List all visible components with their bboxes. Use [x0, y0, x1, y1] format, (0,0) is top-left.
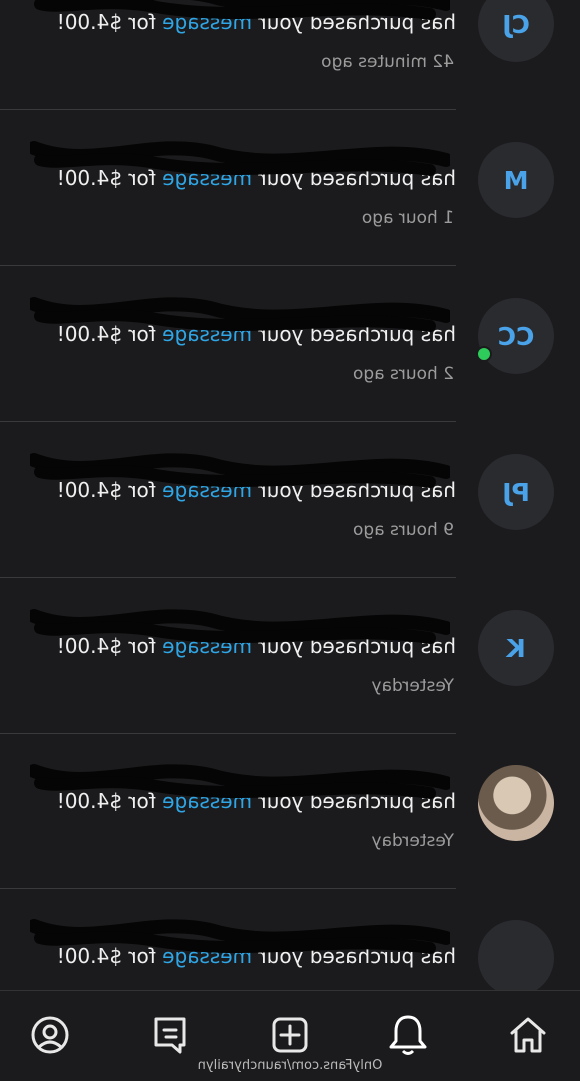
notification-item[interactable]: has purchased your message for $4.00! Yes…: [0, 733, 580, 889]
notification-item[interactable]: Mhas purchased your message for $4.00! 1 …: [0, 110, 580, 266]
redaction-scribble: [30, 609, 450, 644]
add-icon[interactable]: [266, 1011, 314, 1059]
avatar[interactable]: CC: [478, 298, 554, 374]
notification-item[interactable]: CC has purchased your message for $4.00! 2…: [0, 266, 580, 422]
redaction-scribble: [30, 764, 450, 799]
avatar[interactable]: [478, 920, 554, 996]
timestamp: Yesterday: [371, 831, 454, 851]
online-status-dot: [476, 346, 492, 362]
avatar[interactable]: PJ: [478, 454, 554, 530]
redaction-scribble: [30, 297, 450, 332]
home-icon[interactable]: [504, 1011, 552, 1059]
notification-item[interactable]: Khas purchased your message for $4.00! Ye…: [0, 578, 580, 734]
notification-item[interactable]: PJ has purchased your message for $4.00! 9…: [0, 422, 580, 578]
avatar[interactable]: [478, 765, 554, 841]
redaction-scribble: [30, 141, 450, 176]
redaction-scribble: [30, 453, 450, 488]
notifications-icon[interactable]: [384, 1011, 432, 1059]
avatar[interactable]: K: [478, 610, 554, 686]
notifications-screen: CJ has purchased your message for $4.00! 4…: [0, 0, 580, 1081]
redaction-scribble: [30, 919, 450, 954]
timestamp: 9 hours ago: [352, 520, 454, 540]
timestamp: 42 minutes ago: [321, 52, 454, 72]
timestamp: Yesterday: [371, 676, 454, 696]
profile-icon[interactable]: [26, 1011, 74, 1059]
watermark: OnlyFans.com/raunchyrailyn: [197, 1058, 383, 1073]
timestamp: 2 hours ago: [352, 364, 454, 384]
notification-item[interactable]: CJ has purchased your message for $4.00! 4…: [0, 0, 580, 110]
redaction-scribble: [30, 0, 450, 20]
timestamp: 1 hour ago: [361, 208, 454, 228]
avatar[interactable]: CJ: [478, 0, 554, 62]
messages-icon[interactable]: [146, 1011, 194, 1059]
avatar[interactable]: M: [478, 142, 554, 218]
